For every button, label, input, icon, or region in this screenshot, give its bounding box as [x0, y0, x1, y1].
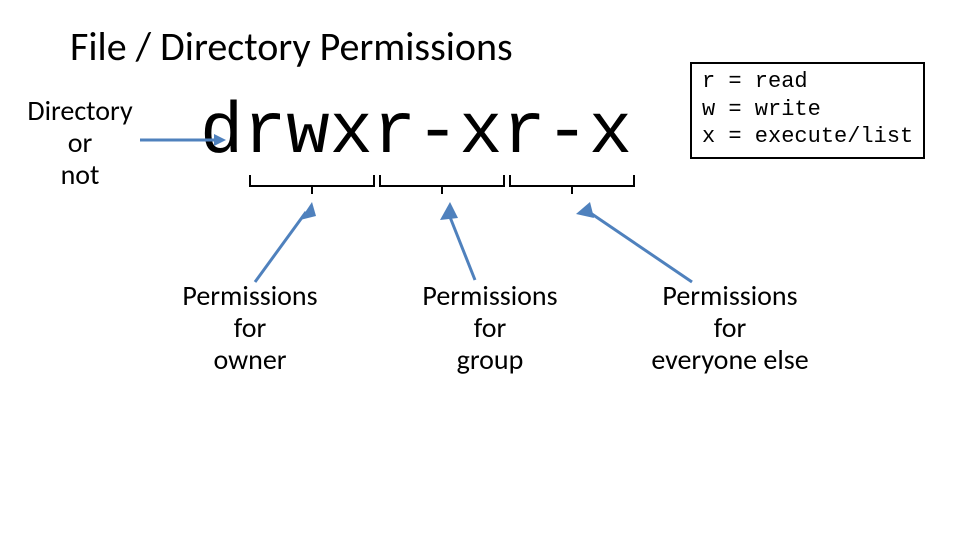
- permission-string: drwxr-xr-x: [200, 92, 632, 174]
- legend-box: r = read w = write x = execute/list: [690, 62, 925, 159]
- owner-permissions-label: Permissionsforowner: [160, 280, 340, 377]
- other-permissions-label: Permissionsforeveryone else: [620, 280, 840, 377]
- page-title: File / Directory Permissions: [70, 22, 513, 71]
- directory-flag-label: Directoryornot: [20, 95, 140, 192]
- group-permissions-label: Permissionsforgroup: [400, 280, 580, 377]
